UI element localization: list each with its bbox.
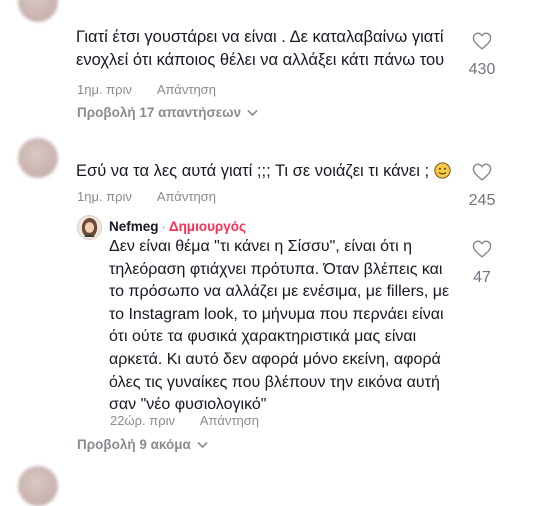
separator-dot: ·: [161, 219, 166, 234]
reply-text-line: το πρόσωπο να αλλάζει με ενέσιμα, με fil…: [109, 283, 450, 301]
comment-meta: 1ημ. πριν Απάντηση: [77, 82, 238, 97]
chevron-down-icon: [247, 109, 258, 116]
commenter-avatar[interactable]: [18, 138, 58, 178]
creator-avatar[interactable]: [77, 215, 102, 240]
reply-text-line: αρκετά. Κι αυτό δεν αφορά μόνο εκείνη, α…: [109, 350, 441, 368]
like-count: 245: [468, 192, 496, 209]
view-more-button[interactable]: Προβολή 9 ακόμα: [77, 437, 208, 452]
heart-icon[interactable]: [472, 163, 492, 181]
comment-time: 1ημ. πριν: [77, 189, 132, 204]
reply-text-line: όλες τις γυναίκες που βλέπουν την εικόνα…: [109, 373, 440, 391]
like-count: 47: [473, 269, 491, 286]
reply-button[interactable]: Απάντηση: [200, 413, 259, 428]
reply-text-line: το Instagram look, το μήνυμα που περνάει…: [109, 305, 444, 323]
comment-meta: 1ημ. πριν Απάντηση: [77, 189, 238, 204]
creator-badge: Δημιουργός: [168, 219, 247, 234]
smiling-face-emoji-icon: [434, 162, 451, 179]
commenter-avatar[interactable]: [18, 0, 58, 22]
like-count: 430: [468, 61, 496, 78]
reply-button[interactable]: Απάντηση: [157, 82, 216, 97]
view-replies-label: Προβολή 17 απαντήσεων: [77, 105, 241, 120]
commenter-avatar[interactable]: [18, 466, 58, 506]
creator-avatar-image: [78, 216, 101, 239]
like-button[interactable]: 430: [460, 32, 504, 79]
comment-text-line: Γιατί έτσι γουστάρει να είναι . Δε καταλ…: [76, 28, 444, 46]
reply-text-line: τηλεόραση φτιάχνει πρότυπα. Όταν βλέπεις…: [109, 260, 443, 278]
comment-text-line: Εσύ να τα λες αυτά γιατί ;;; Τι σε νοιάζ…: [76, 162, 430, 180]
reply-meta: 22ώρ. πριν Απάντηση: [110, 413, 281, 428]
reply-header: Nefmeg · Δημιουργός: [109, 218, 246, 236]
reply-time: 22ώρ. πριν: [110, 413, 175, 428]
reply-button[interactable]: Απάντηση: [157, 189, 216, 204]
comment-text: Εσύ να τα λες αυτά γιατί ;;; Τι σε νοιάζ…: [76, 160, 451, 183]
creator-username[interactable]: Nefmeg: [109, 219, 159, 234]
like-button[interactable]: 245: [460, 163, 504, 210]
reply-text-line: Δεν είναι θέμα "τι κάνει η Σίσσυ", είναι…: [109, 238, 413, 255]
heart-icon[interactable]: [472, 240, 492, 258]
chevron-down-icon: [197, 441, 208, 448]
heart-icon[interactable]: [472, 32, 492, 50]
like-button[interactable]: 47: [460, 240, 504, 287]
reply-text-line: ότι ούτε τα φυσικά χαρακτηριστικά μας εί…: [109, 328, 417, 346]
view-more-label: Προβολή 9 ακόμα: [77, 437, 191, 452]
comment-text: Γιατί έτσι γουστάρει να είναι . Δε καταλ…: [76, 26, 444, 72]
comment-text-line: ενοχλεί ότι κάποιος θέλει να αλλάξει κάτ…: [76, 51, 445, 69]
reply-text: Δεν είναι θέμα "τι κάνει η Σίσσυ", είναι…: [109, 236, 449, 417]
view-replies-button[interactable]: Προβολή 17 απαντήσεων: [77, 105, 258, 120]
comment-time: 1ημ. πριν: [77, 82, 132, 97]
